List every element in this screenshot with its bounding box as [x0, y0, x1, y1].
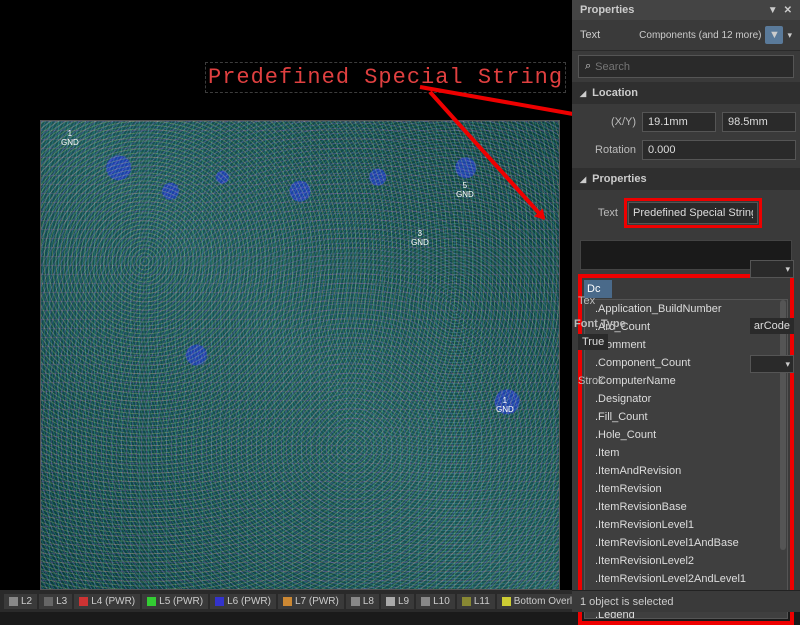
dropdown-item[interactable]: .Item [585, 444, 787, 462]
side-dropdown-2[interactable]: ▾ [750, 355, 794, 373]
layer-tab[interactable]: L3 [39, 594, 72, 609]
xy-label: (X/Y) [588, 116, 636, 128]
object-scope-row: Text Components (and 12 more) ▼ ▾ [572, 20, 800, 51]
layer-label: Bottom Overlay [514, 596, 572, 607]
rotation-input[interactable] [642, 140, 796, 160]
true-label[interactable]: True [578, 334, 608, 350]
panel-header: Properties ▼ ✕ [572, 0, 800, 20]
dropdown-item[interactable]: .ItemAndRevision [585, 462, 787, 480]
pcb-board: 1GND 5GND 3GND 1GND [40, 120, 560, 590]
layer-label: L11 [474, 596, 490, 607]
layer-label: L10 [433, 596, 450, 607]
scope-text: Components (and 12 more) [639, 30, 761, 41]
special-string-text[interactable]: Predefined Special String [205, 62, 566, 93]
stroke-label: Strok [578, 375, 604, 387]
rotation-label: Rotation [588, 144, 636, 156]
dropdown-item[interactable]: .ItemRevisionLevel1 [585, 516, 787, 534]
layer-color-swatch [147, 597, 156, 606]
font-type-label: Font Type [574, 318, 626, 330]
layer-label: L3 [56, 596, 67, 607]
layer-tab[interactable]: L2 [4, 594, 37, 609]
text-value-input[interactable] [628, 202, 758, 224]
gnd-label-2: 5GND [456, 181, 474, 199]
properties-section-header[interactable]: Properties [572, 168, 800, 190]
x-input[interactable] [642, 112, 716, 132]
layer-color-swatch [9, 597, 18, 606]
search-box[interactable]: ⌕ [578, 55, 794, 78]
layer-tab[interactable]: L4 (PWR) [74, 594, 140, 609]
layer-tab[interactable]: L8 [346, 594, 379, 609]
layer-label: L8 [363, 596, 374, 607]
properties-panel: Properties ▼ ✕ Text Components (and 12 m… [572, 0, 800, 612]
tex-peek-label: Tex [578, 295, 595, 307]
close-icon[interactable]: ✕ [784, 5, 792, 16]
dropdown-list[interactable]: .Application_BuildNumber.Arc_Count.Comme… [584, 299, 788, 619]
dropdown-item[interactable]: .Comment [585, 336, 787, 354]
layer-label: L2 [21, 596, 32, 607]
layer-label: L9 [398, 596, 409, 607]
layer-color-swatch [215, 597, 224, 606]
layer-color-swatch [502, 597, 511, 606]
dropdown-item[interactable]: .ComputerName [585, 372, 787, 390]
search-input[interactable] [595, 61, 787, 73]
layer-color-swatch [79, 597, 88, 606]
layer-tab[interactable]: L7 (PWR) [278, 594, 344, 609]
layer-tab[interactable]: L10 [416, 594, 455, 609]
search-icon: ⌕ [585, 60, 591, 73]
pcb-canvas[interactable]: 1GND 5GND 3GND 1GND Predefined Special S… [0, 0, 572, 590]
layer-label: L7 (PWR) [295, 596, 339, 607]
dropdown-item[interactable]: .ItemRevisionBase [585, 498, 787, 516]
dropdown-item[interactable]: .Application_BuildNumber [585, 300, 787, 318]
layer-color-swatch [351, 597, 360, 606]
filter-icon[interactable]: ▼ [765, 26, 783, 44]
barcode-label[interactable]: arCode [750, 318, 794, 334]
object-type: Text [580, 29, 600, 41]
layer-label: L4 (PWR) [91, 596, 135, 607]
dropdown-item[interactable]: .ItemRevisionLevel1AndBase [585, 534, 787, 552]
scrollbar[interactable] [780, 300, 786, 550]
dropdown-item[interactable]: .Designator [585, 390, 787, 408]
layer-tab[interactable]: Bottom Overlay [497, 594, 572, 609]
layer-color-swatch [462, 597, 471, 606]
layer-label: L5 (PWR) [159, 596, 203, 607]
status-bar: 1 object is selected [572, 590, 800, 612]
status-text: 1 object is selected [580, 596, 674, 608]
dropdown-icon[interactable]: ▾ [787, 30, 792, 41]
gnd-label-3: 3GND [411, 229, 429, 247]
layer-color-swatch [44, 597, 53, 606]
layer-tab[interactable]: L5 (PWR) [142, 594, 208, 609]
dropdown-item[interactable]: .Hole_Count [585, 426, 787, 444]
dropdown-item[interactable]: .Fill_Count [585, 408, 787, 426]
layer-bar: L2 L3 L4 (PWR) L5 (PWR) L6 (PWR) L7 (PWR) L8 L9… [0, 590, 572, 612]
side-dropdown-1[interactable]: ▾ [750, 260, 794, 278]
gnd-label-1: 1GND [61, 129, 79, 147]
gnd-label-4: 1GND [496, 396, 514, 414]
text-field-highlight [624, 198, 762, 228]
y-input[interactable] [722, 112, 796, 132]
layer-color-swatch [386, 597, 395, 606]
text-field-label: Text [580, 207, 618, 219]
panel-title: Properties [580, 4, 634, 16]
layer-label: L6 (PWR) [227, 596, 271, 607]
dropdown-item[interactable]: .ItemRevision [585, 480, 787, 498]
dropdown-item[interactable]: .ItemRevisionLevel2AndLevel1 [585, 570, 787, 588]
pin-icon[interactable]: ▼ [768, 5, 778, 16]
dropdown-item[interactable]: .ItemRevisionLevel2 [585, 552, 787, 570]
layer-tab[interactable]: L9 [381, 594, 414, 609]
layer-tab[interactable]: L11 [457, 594, 495, 609]
layer-color-swatch [421, 597, 430, 606]
location-section-header[interactable]: Location [572, 82, 800, 104]
layer-color-swatch [283, 597, 292, 606]
layer-tab[interactable]: L6 (PWR) [210, 594, 276, 609]
